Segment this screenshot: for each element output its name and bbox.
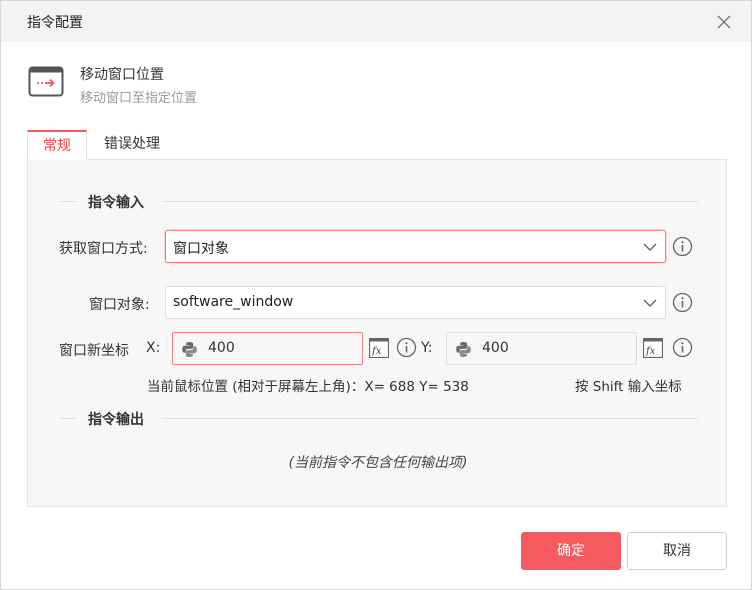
info-icon[interactable] xyxy=(672,292,693,313)
tab-general[interactable]: 常规 xyxy=(27,130,87,160)
acquire-method-label: 获取窗口方式: xyxy=(59,241,148,257)
python-icon xyxy=(456,342,471,357)
dialog-titlebar: 指令配置 xyxy=(1,1,751,42)
svg-text:fx: fx xyxy=(645,346,656,357)
y-label: Y: xyxy=(421,340,433,356)
mouse-position-hint: 当前鼠标位置 (相对于屏幕左上角)：X= 688 Y= 538 xyxy=(147,379,469,395)
window-move-icon xyxy=(28,65,65,98)
settings-panel: 指令输入 获取窗口方式: 窗口对象 窗口对象: software_window xyxy=(27,159,727,507)
no-output-text: (当前指令不包含任何输出项) xyxy=(288,455,468,471)
python-icon xyxy=(182,342,197,357)
svg-text:fx: fx xyxy=(371,346,382,357)
window-object-label: 窗口对象: xyxy=(89,297,150,313)
ok-button[interactable]: 确定 xyxy=(521,532,621,570)
new-coords-label: 窗口新坐标 xyxy=(59,343,129,359)
shift-hint: 按 Shift 输入坐标 xyxy=(575,379,682,395)
section-divider xyxy=(162,201,698,202)
cancel-button[interactable]: 取消 xyxy=(627,532,727,570)
section-divider xyxy=(60,201,76,202)
command-config-dialog: 指令配置 移动窗口位置 移动窗口至指定位置 常规 错误处理 指令输入 获取窗口方… xyxy=(0,0,752,590)
input-section-title: 指令输入 xyxy=(88,195,144,211)
fx-icon[interactable]: fx xyxy=(368,337,390,359)
tab-error-handling[interactable]: 错误处理 xyxy=(92,130,172,160)
acquire-method-value: 窗口对象 xyxy=(173,241,229,257)
fx-icon[interactable]: fx xyxy=(642,337,664,359)
chevron-down-icon xyxy=(643,299,657,307)
dialog-title: 指令配置 xyxy=(27,15,83,31)
command-description: 移动窗口至指定位置 xyxy=(80,91,198,106)
command-name: 移动窗口位置 xyxy=(80,67,164,83)
window-object-select[interactable]: software_window xyxy=(165,286,666,319)
y-coordinate-input[interactable]: 400 xyxy=(446,332,637,365)
info-icon[interactable] xyxy=(672,337,693,358)
x-coordinate-input[interactable]: 400 xyxy=(172,332,363,365)
window-object-value: software_window xyxy=(173,294,294,310)
section-divider xyxy=(60,418,76,419)
chevron-down-icon xyxy=(643,243,657,251)
output-section-title: 指令输出 xyxy=(88,412,144,428)
section-divider xyxy=(162,418,698,419)
info-icon[interactable] xyxy=(396,337,417,358)
close-icon[interactable] xyxy=(713,11,735,33)
acquire-method-select[interactable]: 窗口对象 xyxy=(165,230,666,263)
y-coordinate-value: 400 xyxy=(482,340,509,356)
info-icon[interactable] xyxy=(672,236,693,257)
x-label: X: xyxy=(146,340,161,356)
x-coordinate-value: 400 xyxy=(208,340,235,356)
